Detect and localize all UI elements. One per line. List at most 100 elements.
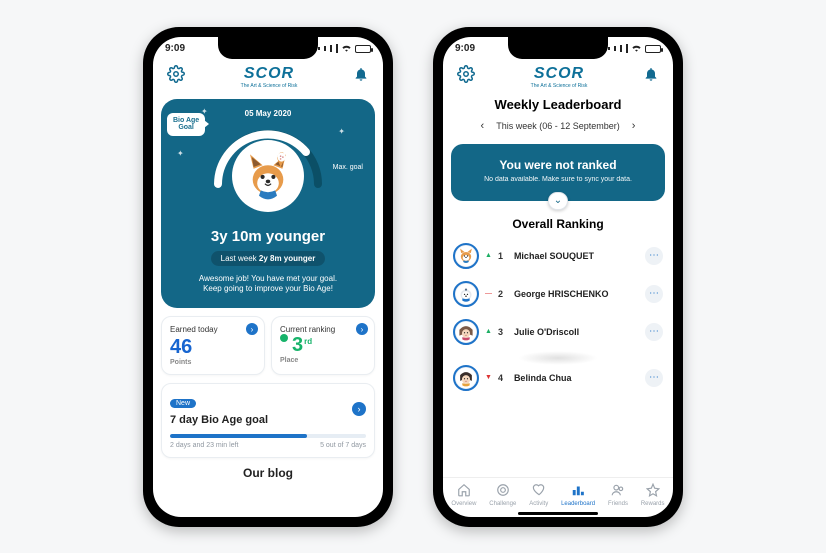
chevron-right-icon[interactable]: › — [356, 323, 368, 335]
brand-tagline: The Art & Science of Risk — [241, 83, 298, 89]
tab-label: Overview — [451, 501, 476, 507]
phone-notch — [508, 37, 608, 59]
friends-icon — [611, 483, 625, 500]
tab-activity[interactable]: Activity — [529, 483, 548, 507]
current-ranking-card[interactable]: Current ranking › 3 rd Place — [271, 316, 375, 375]
hero-message: Awesome job! You have met your goal. Kee… — [169, 274, 367, 295]
target-icon — [496, 483, 510, 500]
ranking-row[interactable]: ▲ 1 Michael SOUQUET ⋯ — [443, 237, 673, 275]
rank-number: 3 — [498, 327, 508, 337]
avatar — [453, 243, 479, 269]
not-ranked-card: You were not ranked No data available. M… — [451, 144, 665, 201]
mascot-avatar — [232, 140, 304, 212]
rank-title: Current ranking — [280, 325, 366, 334]
goal-progress-bar — [170, 434, 366, 438]
ranking-row[interactable]: — 2 George HRISCHENKO ⋯ — [443, 275, 673, 313]
rank-name: Julie O'Driscoll — [514, 327, 639, 337]
more-button[interactable]: ⋯ — [645, 285, 663, 303]
bioage-hero-card: ✦ ✦ ✦ Bio Age Goal 05 May 2020 — [161, 99, 375, 309]
rank-unit: Place — [280, 357, 366, 364]
next-week-button[interactable]: › — [628, 118, 640, 134]
rank-name: George HRISCHENKO — [514, 289, 639, 299]
earned-title: Earned today — [170, 325, 256, 334]
chevron-right-icon[interactable]: › — [246, 323, 258, 335]
screen-right: 9:09 SCOR The Art & Science of Risk — [443, 37, 673, 517]
earned-today-card[interactable]: Earned today › 46 Points — [161, 316, 265, 375]
max-goal-label: Max. goal — [333, 164, 363, 171]
trend-down-icon: ▼ — [485, 374, 492, 381]
goal-time-left: 2 days and 23 min left — [170, 442, 239, 449]
prev-week-button[interactable]: ‹ — [477, 118, 489, 134]
tab-label: Challenge — [489, 501, 516, 507]
avatar — [453, 281, 479, 307]
blog-section-title: Our blog — [153, 466, 383, 480]
tab-label: Rewards — [641, 501, 665, 507]
earned-unit: Points — [170, 359, 256, 366]
rank-name: Michael SOUQUET — [514, 251, 639, 261]
rank-number: 2 — [498, 289, 508, 299]
status-time: 9:09 — [165, 43, 185, 54]
stats-row: Earned today › 46 Points Current ranking… — [161, 316, 375, 375]
tab-label: Activity — [529, 501, 548, 507]
last-week-pill: Last week 2y 8m younger — [211, 251, 326, 266]
earned-value: 46 — [170, 336, 256, 359]
scroll-shadow — [518, 351, 598, 365]
rank-value: 3 — [292, 334, 303, 357]
more-button[interactable]: ⋯ — [645, 369, 663, 387]
goal-title: 7 day Bio Age goal — [170, 414, 366, 426]
status-indicators — [317, 43, 371, 55]
bioage-goal-card[interactable]: New 7 day Bio Age goal › 2 days and 23 m… — [161, 383, 375, 458]
phone-frame-right: 9:09 SCOR The Art & Science of Risk — [433, 27, 683, 527]
app-header: SCOR The Art & Science of Risk — [153, 61, 383, 95]
rank-suffix: rd — [304, 337, 312, 346]
bioage-value: 3y 10m younger — [169, 228, 367, 245]
avatar — [453, 319, 479, 345]
goal-counter: 5 out of 7 days — [320, 442, 366, 449]
phone-frame-left: 9:09 SCOR The Art & Science of Risk — [143, 27, 393, 527]
tab-leaderboard[interactable]: Leaderboard — [561, 483, 595, 507]
notifications-icon[interactable] — [643, 66, 659, 87]
more-button[interactable]: ⋯ — [645, 247, 663, 265]
pill-prefix: Last week — [221, 254, 257, 263]
trend-flat-icon: — — [485, 290, 492, 297]
brand-logo: SCOR The Art & Science of Risk — [241, 65, 298, 89]
rank-name: Belinda Chua — [514, 373, 639, 383]
tab-friends[interactable]: Friends — [608, 483, 628, 507]
not-ranked-title: You were not ranked — [461, 158, 655, 172]
trend-up-icon: ▲ — [485, 328, 492, 335]
rank-number: 1 — [498, 251, 508, 261]
ranking-row[interactable]: ▼ 4 Belinda Chua ⋯ — [443, 365, 673, 397]
rank-number: 4 — [498, 373, 508, 383]
brand-name: SCOR — [534, 65, 584, 82]
pill-value: 2y 8m younger — [259, 254, 315, 263]
week-selector: ‹ This week (06 - 12 September) › — [443, 118, 673, 134]
weekly-leaderboard-title: Weekly Leaderboard — [443, 97, 673, 112]
brand-tagline: The Art & Science of Risk — [531, 83, 588, 89]
screen-left: 9:09 SCOR The Art & Science of Risk — [153, 37, 383, 517]
more-button[interactable]: ⋯ — [645, 323, 663, 341]
trend-up-icon: ▲ — [485, 252, 492, 259]
notifications-icon[interactable] — [353, 66, 369, 87]
tab-overview[interactable]: Overview — [451, 483, 476, 507]
tab-rewards[interactable]: Rewards — [641, 483, 665, 507]
overall-ranking-title: Overall Ranking — [443, 217, 673, 231]
bottom-tab-bar: Overview Challenge Activity Leaderboard — [443, 477, 673, 509]
brand-logo: SCOR The Art & Science of Risk — [531, 65, 588, 89]
status-time: 9:09 — [455, 43, 475, 54]
tab-label: Friends — [608, 501, 628, 507]
expand-button[interactable]: ⌄ — [548, 192, 568, 210]
home-indicator — [518, 512, 598, 515]
tab-challenge[interactable]: Challenge — [489, 483, 516, 507]
phone-notch — [218, 37, 318, 59]
leaderboard-icon — [571, 483, 585, 500]
wifi-icon — [341, 43, 352, 55]
brand-name: SCOR — [244, 65, 294, 82]
home-icon — [457, 483, 471, 500]
settings-icon[interactable] — [167, 65, 185, 88]
ranking-row[interactable]: ▲ 3 Julie O'Driscoll ⋯ — [443, 313, 673, 351]
settings-icon[interactable] — [457, 65, 475, 88]
status-indicators — [607, 43, 661, 55]
heart-icon — [532, 483, 546, 500]
rank-dot-icon — [280, 334, 288, 342]
new-badge: New — [170, 399, 196, 408]
